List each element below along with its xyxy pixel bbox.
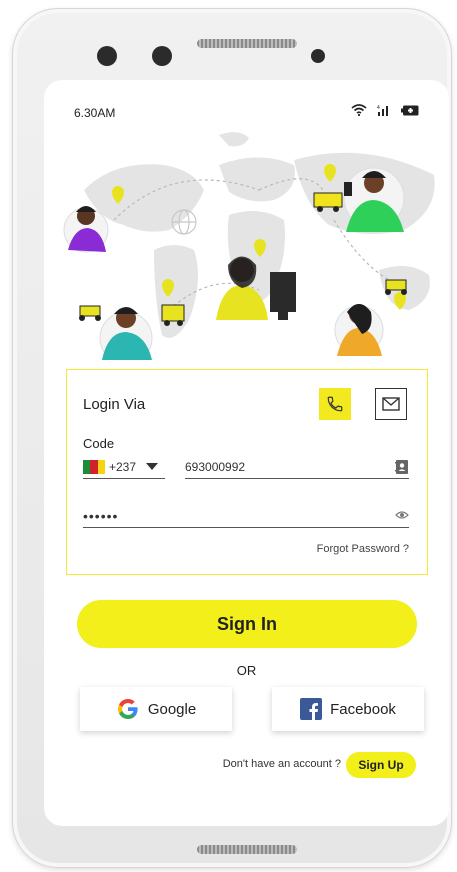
person-teal bbox=[99, 307, 153, 360]
scooter-icon bbox=[79, 305, 101, 321]
code-label: Code bbox=[83, 436, 115, 451]
google-login-button[interactable]: Google bbox=[80, 687, 232, 731]
facebook-label: Facebook bbox=[330, 700, 396, 718]
login-card: Login Via Code +237 693000992 •••••• For… bbox=[66, 369, 428, 575]
wifi-icon bbox=[351, 104, 367, 116]
phone-frame: 6.30AM 4 Login Via Code +237 693000992 •… bbox=[12, 8, 452, 868]
contact-book-icon[interactable] bbox=[395, 459, 409, 475]
signup-row: Don't have an account ? Sign Up bbox=[44, 750, 449, 778]
password-input[interactable]: •••••• bbox=[83, 504, 409, 528]
bottom-speaker bbox=[197, 845, 297, 854]
country-code-select[interactable]: +237 bbox=[83, 455, 165, 479]
hero-illustration bbox=[63, 132, 435, 360]
front-sensor-dot bbox=[152, 46, 172, 66]
caret-down-icon bbox=[146, 463, 159, 470]
phone-number-input[interactable]: 693000992 bbox=[185, 455, 409, 479]
svg-text:4: 4 bbox=[377, 105, 380, 111]
status-icons: 4 bbox=[351, 104, 419, 116]
no-account-text: Don't have an account ? bbox=[222, 758, 341, 770]
login-by-email-button[interactable] bbox=[375, 388, 407, 420]
phone-number-value: 693000992 bbox=[185, 459, 246, 474]
eye-icon[interactable] bbox=[395, 510, 409, 520]
facebook-logo-icon bbox=[300, 698, 323, 720]
facebook-login-button[interactable]: Facebook bbox=[272, 687, 424, 731]
proximity-sensor-dot bbox=[311, 49, 325, 63]
sign-up-button[interactable]: Sign Up bbox=[346, 752, 416, 778]
battery-icon bbox=[401, 105, 419, 115]
country-code-value: +237 bbox=[109, 459, 137, 474]
login-by-phone-button[interactable] bbox=[319, 388, 351, 420]
earpiece-speaker bbox=[197, 39, 297, 48]
status-time: 6.30AM bbox=[74, 106, 116, 120]
sign-in-button[interactable]: Sign In bbox=[77, 600, 417, 648]
google-label: Google bbox=[147, 700, 197, 718]
person-orange bbox=[334, 304, 384, 356]
front-camera-dot bbox=[97, 46, 117, 66]
signal-icon: 4 bbox=[377, 105, 388, 116]
status-bar: 6.30AM 4 bbox=[74, 104, 419, 120]
cameroon-flag-icon bbox=[83, 459, 105, 474]
person-green bbox=[343, 167, 405, 232]
google-logo-icon bbox=[117, 699, 138, 719]
or-divider: OR bbox=[236, 663, 257, 678]
password-value: •••••• bbox=[83, 507, 119, 524]
forgot-password-link[interactable]: Forgot Password ? bbox=[317, 543, 409, 555]
phone-icon bbox=[327, 396, 343, 412]
login-via-label: Login Via bbox=[83, 396, 146, 413]
app-screen: 6.30AM 4 Login Via Code +237 693000992 •… bbox=[44, 80, 449, 826]
mail-icon bbox=[382, 397, 400, 411]
